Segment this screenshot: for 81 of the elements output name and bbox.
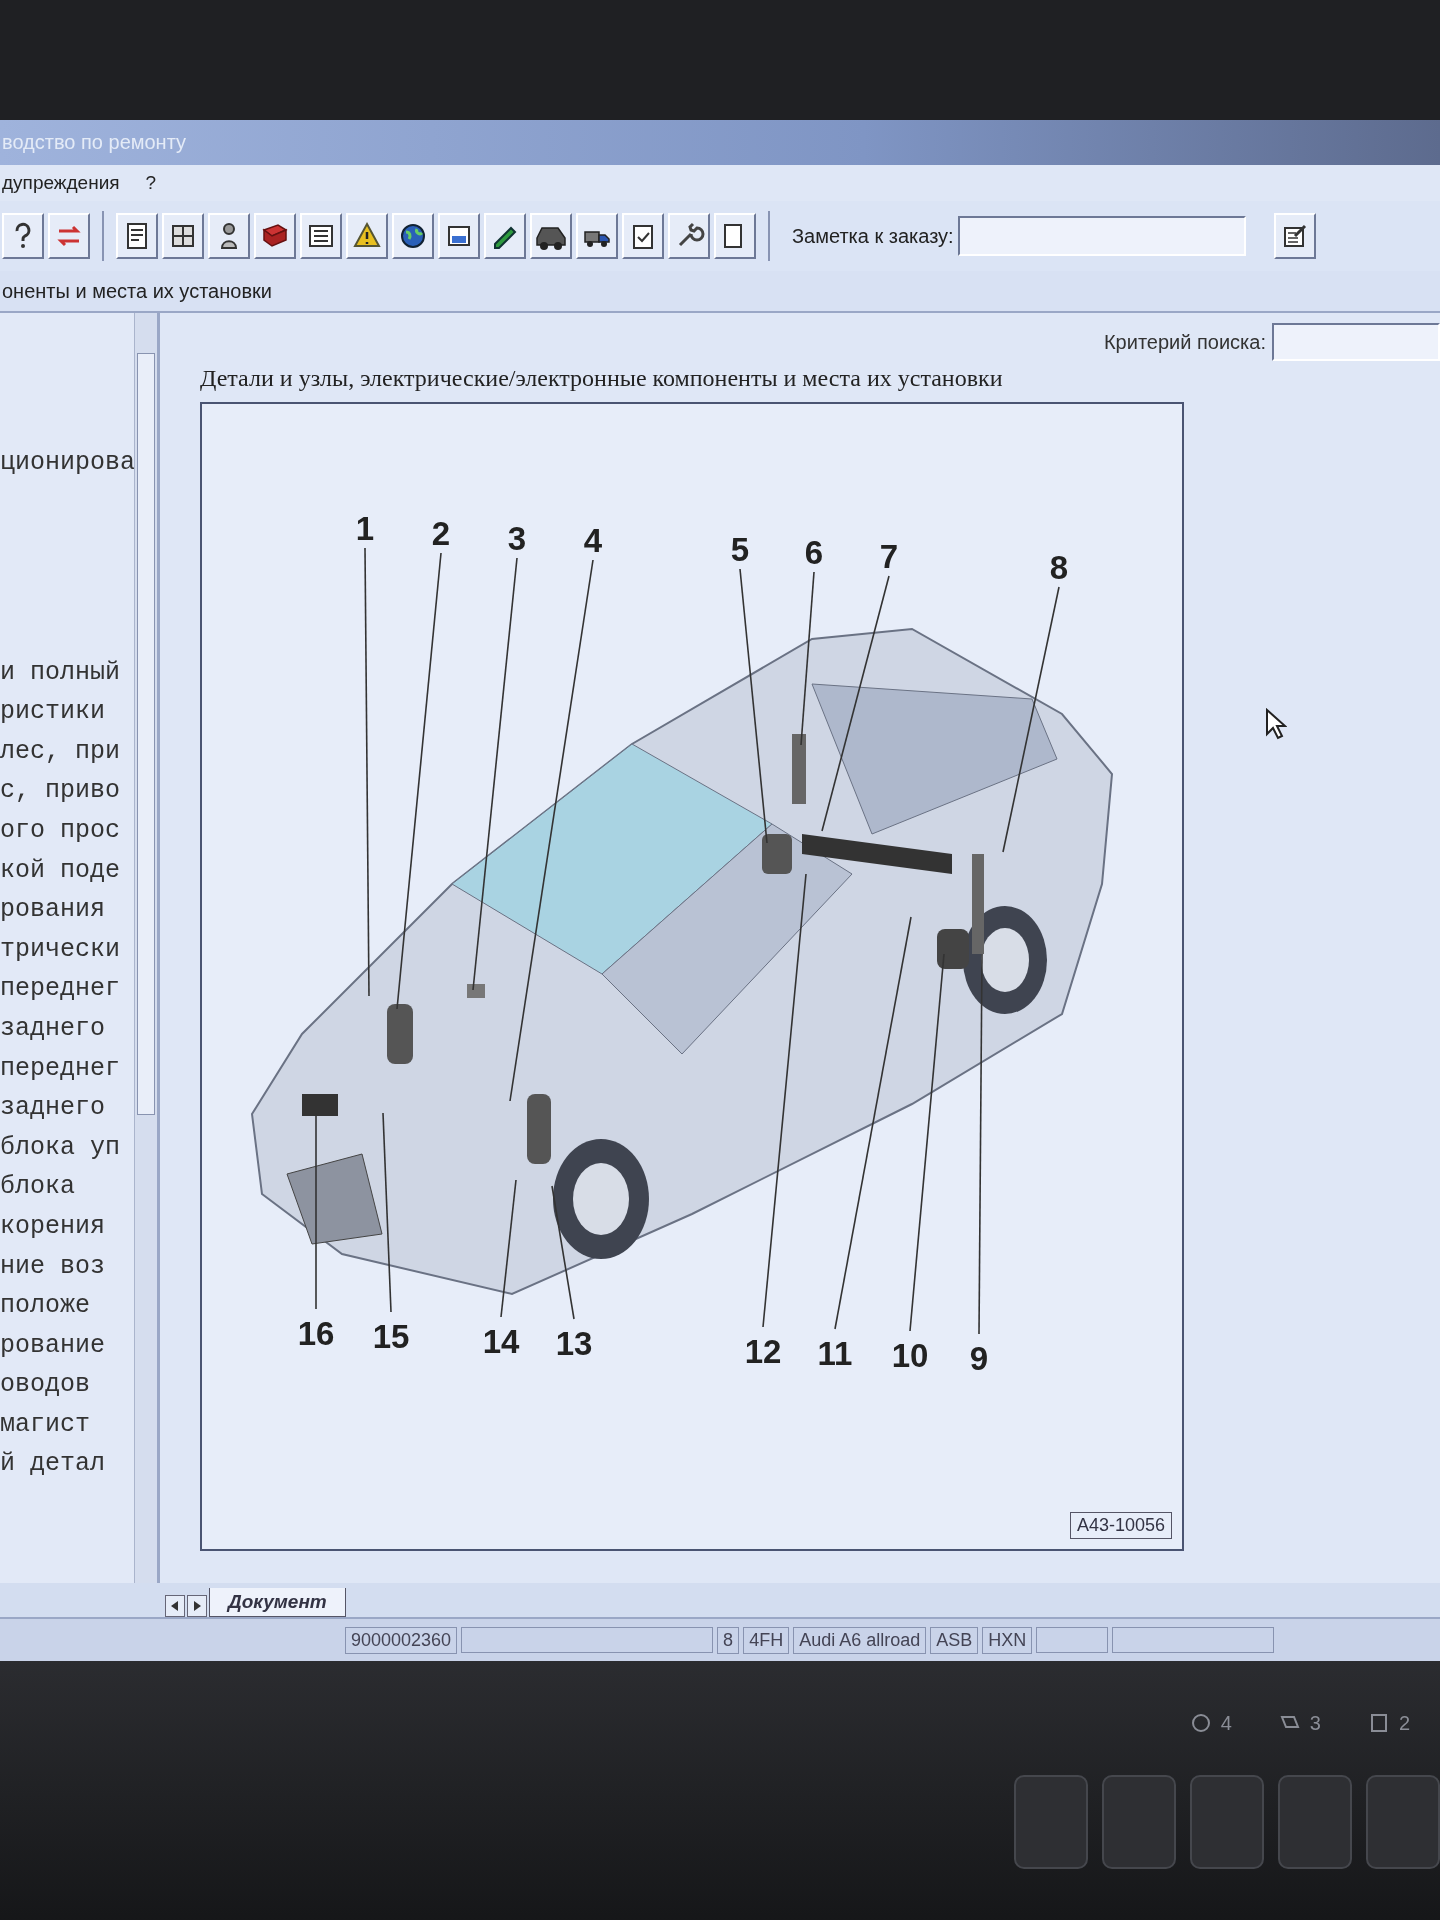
swap-button[interactable]: [48, 213, 90, 259]
book-button[interactable]: [254, 213, 296, 259]
search-field[interactable]: [1272, 323, 1440, 361]
text-line: заднего: [0, 1092, 107, 1125]
indicator-label: 4: [1220, 1711, 1232, 1735]
callout-number: 14: [482, 1323, 520, 1360]
document-button[interactable]: [116, 213, 158, 259]
callout-number: 11: [817, 1335, 853, 1372]
callout-number: 3: [507, 520, 527, 557]
text-line: оводов: [0, 1369, 91, 1402]
globe-button[interactable]: [392, 213, 434, 259]
status-field: Audi A6 allroad: [793, 1626, 927, 1654]
text-line: положе: [0, 1290, 91, 1323]
callout-number: 8: [1049, 549, 1069, 586]
text-line: и полный: [0, 656, 122, 689]
callout-number: 13: [555, 1325, 593, 1362]
text-line: переднег: [0, 1052, 122, 1085]
right-arrow-icon: [193, 1601, 201, 1611]
document-tab[interactable]: Документ: [209, 1588, 346, 1617]
scrollbar[interactable]: [134, 313, 157, 1583]
window-title: водство по ремонту: [2, 131, 187, 154]
scroll-left-button[interactable]: [165, 1595, 185, 1617]
callout-number: 2: [431, 515, 451, 552]
text-line: рование: [0, 1329, 107, 1362]
warning-button[interactable]: [346, 213, 388, 259]
callout-number: 12: [744, 1333, 782, 1370]
text-line: ние воз: [0, 1250, 107, 1283]
status-field: ASB: [930, 1626, 979, 1654]
list-button[interactable]: [300, 213, 342, 259]
help-button[interactable]: [2, 213, 44, 259]
left-arrow-icon: [171, 1601, 179, 1611]
car-button[interactable]: [530, 213, 572, 259]
tray-button[interactable]: [438, 213, 480, 259]
text-line: с, приво: [0, 775, 122, 808]
clipboard-button[interactable]: [622, 213, 664, 259]
text-line: блока: [0, 1171, 76, 1204]
callout-number: 9: [969, 1340, 989, 1377]
callout-number: 1: [355, 510, 375, 547]
text-line: й детал: [0, 1448, 107, 1481]
search-label: Критерий поиска:: [1103, 330, 1266, 354]
status-field: 9000002360: [345, 1626, 458, 1654]
text-line: лес, при: [0, 735, 122, 768]
note-field[interactable]: [957, 216, 1246, 256]
menu-item[interactable]: ?: [145, 172, 157, 194]
scroll-right-button[interactable]: [187, 1595, 207, 1617]
note-label: Заметка к заказу:: [792, 224, 954, 248]
text-line: заднего: [0, 1012, 107, 1045]
text-line: рования: [0, 894, 107, 927]
mouse-cursor-icon: [1265, 708, 1287, 740]
text-line: ционирова: [0, 447, 135, 479]
text-line: блока уп: [0, 1131, 122, 1164]
figure-button[interactable]: [208, 213, 250, 259]
breadcrumb-text: оненты и места их установки: [2, 279, 272, 303]
callout-number: 16: [297, 1315, 335, 1352]
callout-number: 5: [730, 531, 750, 568]
pen-button[interactable]: [484, 213, 526, 259]
scrollbar-thumb[interactable]: [137, 353, 156, 1115]
callout-number: 15: [372, 1318, 410, 1355]
document-heading: Детали и узлы, электрические/электронные компоненты и места их установки: [200, 365, 1004, 392]
indicator-label: 2: [1398, 1711, 1410, 1735]
text-line: переднег: [0, 973, 122, 1006]
status-field: 4FH: [743, 1626, 790, 1654]
callout-number: 4: [583, 522, 603, 559]
truck-button[interactable]: [576, 213, 618, 259]
notepad-button[interactable]: [1274, 213, 1316, 259]
grid-button[interactable]: [162, 213, 204, 259]
callout-number: 7: [879, 538, 899, 575]
wrench-button[interactable]: [668, 213, 710, 259]
status-field: 8: [717, 1626, 740, 1654]
text-line: трически: [0, 933, 122, 966]
text-line: магист: [0, 1408, 91, 1441]
text-line: корения: [0, 1210, 107, 1243]
menu-item[interactable]: дупреждения: [2, 172, 120, 194]
text-line: кой поде: [0, 854, 122, 887]
text-line: ого прос: [0, 814, 122, 847]
callout-number: 6: [804, 534, 824, 571]
text-line: ристики: [0, 696, 107, 729]
figure-id: A43-10056: [1069, 1512, 1172, 1539]
callout-number: 10: [891, 1337, 929, 1374]
indicator-label: 3: [1309, 1711, 1321, 1735]
status-field: HXN: [982, 1626, 1033, 1654]
